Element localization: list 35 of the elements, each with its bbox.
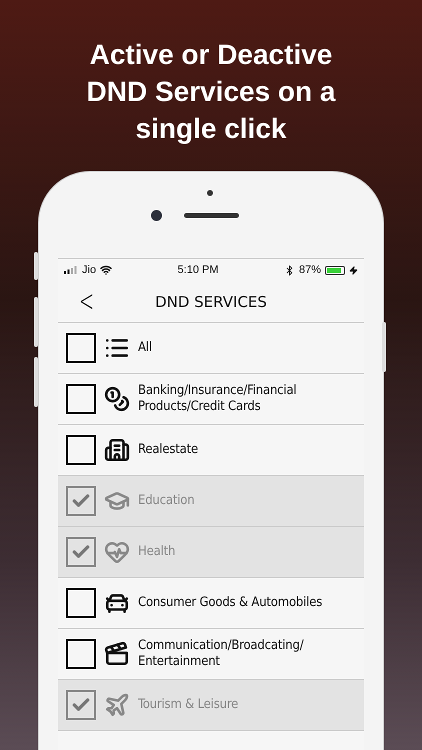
checkbox[interactable]	[66, 435, 96, 465]
checkbox[interactable]	[66, 588, 96, 618]
service-label: Health	[138, 544, 176, 560]
service-label: Realestate	[138, 442, 198, 458]
plane-icon	[104, 692, 130, 718]
headline: Active or Deactive DND Services on a single click	[86, 38, 337, 146]
clock-time: 5:10 PM	[178, 264, 218, 276]
checkbox[interactable]	[66, 537, 96, 567]
checkbox[interactable]	[66, 333, 96, 363]
service-label: Tourism & Leisure	[138, 697, 238, 713]
sensor-icon	[207, 190, 213, 196]
building-icon	[104, 437, 130, 463]
checkbox[interactable]	[66, 486, 96, 516]
checkbox[interactable]	[66, 690, 96, 720]
back-button[interactable]: <	[79, 286, 94, 316]
service-label: Communication/Broadcating/ Entertainment	[138, 638, 305, 670]
charging-icon	[349, 266, 358, 274]
battery-icon	[325, 266, 345, 274]
service-label: Education	[138, 493, 194, 509]
carrier-label: Jio	[82, 264, 96, 276]
camera-icon	[151, 210, 162, 221]
service-label: All	[138, 340, 152, 356]
speaker-icon	[184, 213, 239, 218]
clapperboard-icon	[104, 641, 130, 667]
battery-percent: 87%	[298, 264, 321, 276]
heart-pulse-icon	[104, 539, 130, 565]
checkbox[interactable]	[66, 384, 96, 414]
coins-icon	[104, 386, 130, 412]
wifi-icon	[100, 264, 112, 276]
bluetooth-icon	[284, 264, 295, 276]
signal-icon	[64, 266, 78, 274]
service-label: Consumer Goods & Automobiles	[138, 595, 322, 611]
service-label: Banking/Insurance/Financial Products/Credit Cards	[138, 383, 298, 415]
screen-title: DND SERVICES	[155, 292, 267, 310]
checkbox[interactable]	[66, 639, 96, 669]
